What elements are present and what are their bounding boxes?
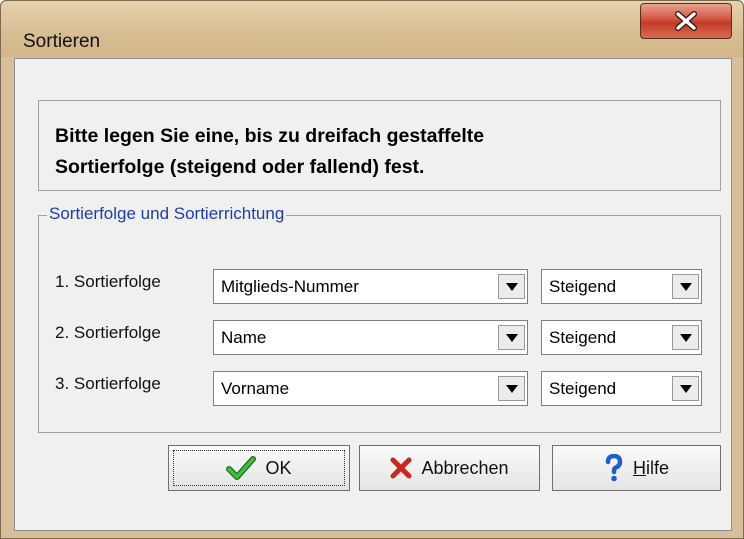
help-button-label: Hilfe [633, 458, 669, 479]
sort-level-1-direction-dropdown[interactable]: Steigend [541, 269, 702, 304]
sort-dialog-window: Sortieren Bitte legen Sie eine, bis zu d… [0, 0, 744, 539]
sort-level-2-field-dropdown[interactable]: Name [213, 320, 528, 355]
group-legend: Sortierfolge und Sortierrichtung [47, 204, 287, 224]
sort-level-1-field-value: Mitglieds-Nummer [221, 277, 359, 296]
help-button[interactable]: Hilfe [552, 445, 721, 491]
sort-level-1-direction-value: Steigend [549, 277, 617, 296]
chevron-down-icon[interactable] [672, 376, 699, 401]
instruction-line-1: Bitte legen Sie eine, bis zu dreifach ge… [55, 125, 485, 147]
ok-button[interactable]: OK [168, 445, 350, 491]
question-mark-icon [605, 454, 623, 482]
close-button[interactable] [640, 3, 732, 39]
sort-level-3-field-dropdown[interactable]: Vorname [213, 371, 528, 406]
sort-level-1-label: 1. Sortierfolge [55, 272, 161, 291]
chevron-down-icon[interactable] [498, 274, 525, 299]
chevron-down-icon[interactable] [498, 325, 525, 350]
cancel-button-label: Abbrechen [421, 457, 509, 478]
help-label-rest: ilfe [645, 457, 669, 478]
sort-level-3-field-value: Vorname [221, 379, 290, 398]
cancel-button[interactable]: Abbrechen [359, 445, 540, 491]
sort-level-2-field-value: Name [221, 328, 267, 347]
chevron-down-icon[interactable] [498, 376, 525, 401]
dialog-client-area: Bitte legen Sie eine, bis zu dreifach ge… [14, 58, 732, 531]
chevron-down-icon[interactable] [672, 274, 699, 299]
sort-level-3-direction-dropdown[interactable]: Steigend [541, 371, 702, 406]
sort-order-group: Sortierfolge und Sortierrichtung 1. Sort… [38, 204, 721, 433]
window-title: Sortieren [23, 31, 101, 52]
sort-level-2-label: 2. Sortierfolge [55, 323, 161, 342]
help-mnemonic: H [632, 457, 646, 478]
sort-level-1-field-dropdown[interactable]: Mitglieds-Nummer [213, 269, 528, 304]
instruction-text: Bitte legen Sie eine, bis zu dreifach ge… [55, 121, 695, 183]
close-x-icon [675, 11, 697, 31]
instruction-box: Bitte legen Sie eine, bis zu dreifach ge… [38, 100, 721, 191]
sort-level-3-label: 3. Sortierfolge [55, 374, 161, 393]
instruction-line-2: Sortierfolge (steigend oder fallend) fes… [55, 156, 425, 178]
sort-level-2-direction-dropdown[interactable]: Steigend [541, 320, 702, 355]
red-x-icon [390, 457, 412, 479]
focus-rectangle [173, 450, 345, 486]
sort-level-3-direction-value: Steigend [549, 379, 617, 398]
title-bar[interactable]: Sortieren [1, 1, 743, 57]
sort-level-2-direction-value: Steigend [549, 328, 617, 347]
chevron-down-icon[interactable] [672, 325, 699, 350]
